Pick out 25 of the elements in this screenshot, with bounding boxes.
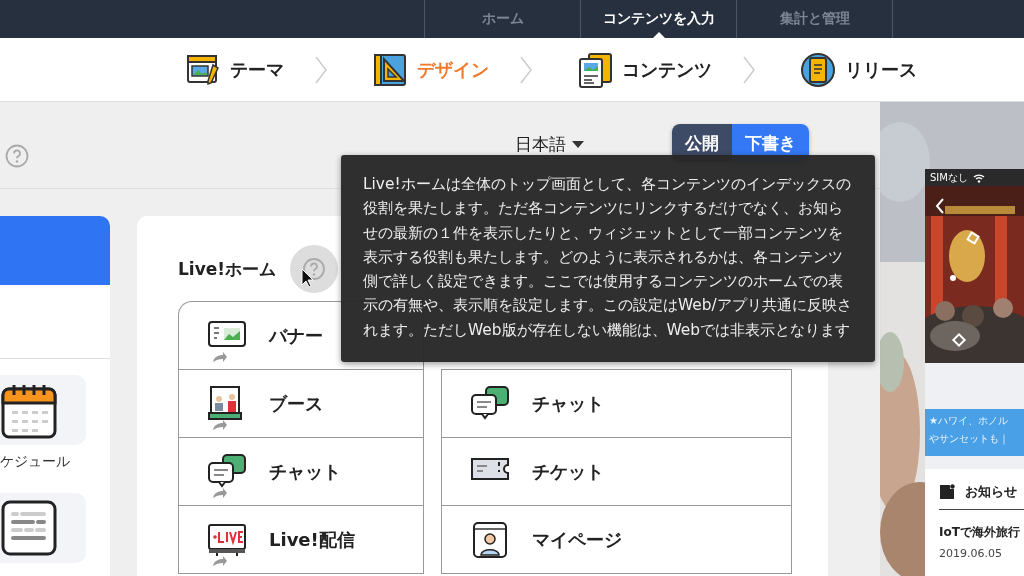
list-item[interactable]: チャット	[442, 370, 791, 438]
help-icon	[302, 257, 327, 281]
content-tile[interactable]	[0, 493, 86, 563]
content-tile[interactable]	[0, 375, 86, 445]
cursor-icon	[301, 268, 315, 288]
list-item[interactable]: ブース	[179, 370, 423, 438]
list-item[interactable]: チケット	[442, 438, 791, 506]
chevron-icon	[519, 54, 533, 85]
list-icon	[0, 499, 58, 557]
section-title: Live!ホーム	[178, 257, 277, 281]
step-tab[interactable]: コンテンツ	[577, 50, 712, 89]
step-tab[interactable]: リリース	[800, 50, 917, 89]
profile-icon	[470, 520, 510, 559]
phone-drawing	[800, 50, 836, 89]
caret-icon	[572, 140, 584, 149]
chevron-icon	[314, 54, 328, 85]
list-item[interactable]: Live!配信	[179, 506, 423, 574]
list-item[interactable]: マイページ	[442, 506, 791, 574]
language-dropdown[interactable]: 日本語	[515, 133, 584, 156]
help-button[interactable]	[290, 245, 339, 293]
list-item[interactable]: チャット	[179, 438, 423, 506]
chevron-icon	[742, 54, 756, 85]
document-drawing	[577, 50, 613, 89]
step-tab[interactable]: テーマ	[185, 50, 284, 89]
tile-label: ケジュール	[0, 453, 70, 471]
